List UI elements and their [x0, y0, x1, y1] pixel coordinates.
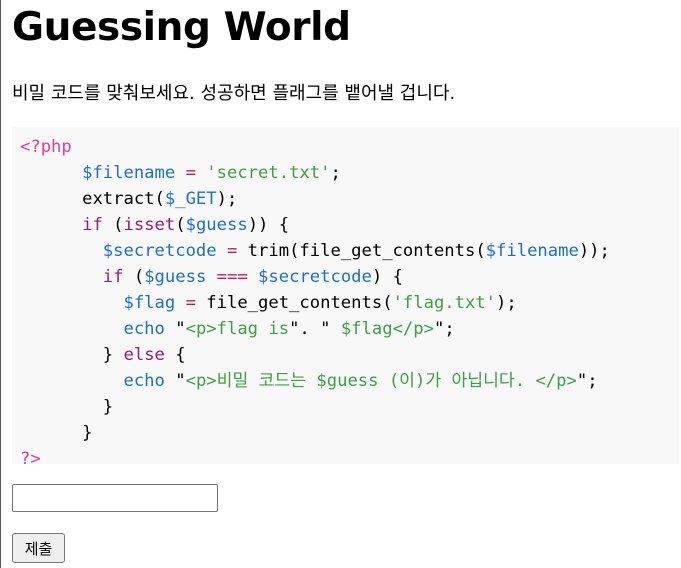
code-token: else [123, 345, 165, 365]
code-token: ( [102, 215, 124, 235]
code-token: echo [123, 319, 165, 339]
code-token: === [206, 267, 259, 287]
code-token: 'flag.txt' [392, 293, 497, 313]
code-token: 'secret.txt' [206, 163, 331, 183]
code-token: extract( [82, 189, 165, 209]
code-token: = [216, 241, 248, 261]
guess-input[interactable] [12, 484, 218, 512]
code-token: $filename [485, 241, 579, 261]
code-token: $secretcode [102, 241, 217, 261]
php-source-code-block: <?php $filename = 'secret.txt'; extract(… [12, 127, 679, 464]
code-token: { [164, 345, 186, 365]
code-line: ?> [20, 446, 679, 464]
code-token: ( [123, 267, 145, 287]
code-token: $flag [123, 293, 176, 313]
code-token: $_GET [164, 189, 217, 209]
code-token: " [164, 319, 186, 339]
code-line: echo "<p>비밀 코드는 $guess (이)가 아닙니다. </p>"; [20, 368, 679, 394]
code-line: $secretcode = trim(file_get_contents($fi… [20, 238, 679, 264]
page-title: Guessing World [12, 5, 351, 50]
code-line: echo "<p>flag is". " $flag</p>"; [20, 316, 679, 342]
code-token: = [175, 293, 207, 313]
code-token: if [102, 267, 124, 287]
code-token: } [102, 345, 124, 365]
page-content: Guessing World 비밀 코드를 맞춰보세요. 성공하면 플래그를 뱉… [12, 0, 680, 563]
code-token: $filename [82, 163, 176, 183]
code-token: $guess [185, 215, 248, 235]
code-token: ); [216, 189, 238, 209]
code-line: } else { [20, 342, 679, 368]
code-token: ?> [20, 449, 41, 464]
code-token: if [82, 215, 103, 235]
submit-button[interactable]: 제출 [12, 533, 65, 563]
code-token: ); [496, 293, 517, 313]
code-token: } [102, 397, 114, 417]
code-token: ; [330, 163, 341, 183]
code-token: $flag</p> [330, 319, 434, 339]
code-token: $secretcode [258, 267, 372, 287]
code-token: )); [578, 241, 610, 261]
code-token: echo [123, 371, 165, 391]
code-token: } [82, 423, 93, 443]
code-token: ) { [371, 267, 403, 287]
code-line: } [20, 420, 679, 446]
code-line: <?php [20, 134, 679, 160]
code-line: $filename = 'secret.txt'; [20, 160, 679, 186]
code-token: "; [576, 371, 598, 391]
code-line: if (isset($guess)) { [20, 212, 679, 238]
page-description: 비밀 코드를 맞춰보세요. 성공하면 플래그를 뱉어낼 겁니다. [12, 83, 456, 104]
code-token: <p>flag is [185, 319, 290, 339]
code-token: = [175, 163, 207, 183]
code-token: " [164, 371, 186, 391]
code-line: } [20, 394, 679, 420]
code-token: <?php [20, 137, 72, 157]
code-line: $flag = file_get_contents('flag.txt'); [20, 290, 679, 316]
code-token: <p>비밀 코드는 $guess (이)가 아닙니다. </p> [185, 371, 577, 391]
code-token: trim(file_get_contents( [247, 241, 486, 261]
code-token: )) { [247, 215, 290, 235]
code-token: $guess [144, 267, 207, 287]
code-token: file_get_contents( [206, 293, 393, 313]
code-token: "; [433, 319, 455, 339]
code-line: extract($_GET); [20, 186, 679, 212]
code-token: ". " [289, 319, 331, 339]
code-token: ( [175, 215, 186, 235]
code-token: isset [123, 215, 176, 235]
code-line: if ($guess === $secretcode) { [20, 264, 679, 290]
